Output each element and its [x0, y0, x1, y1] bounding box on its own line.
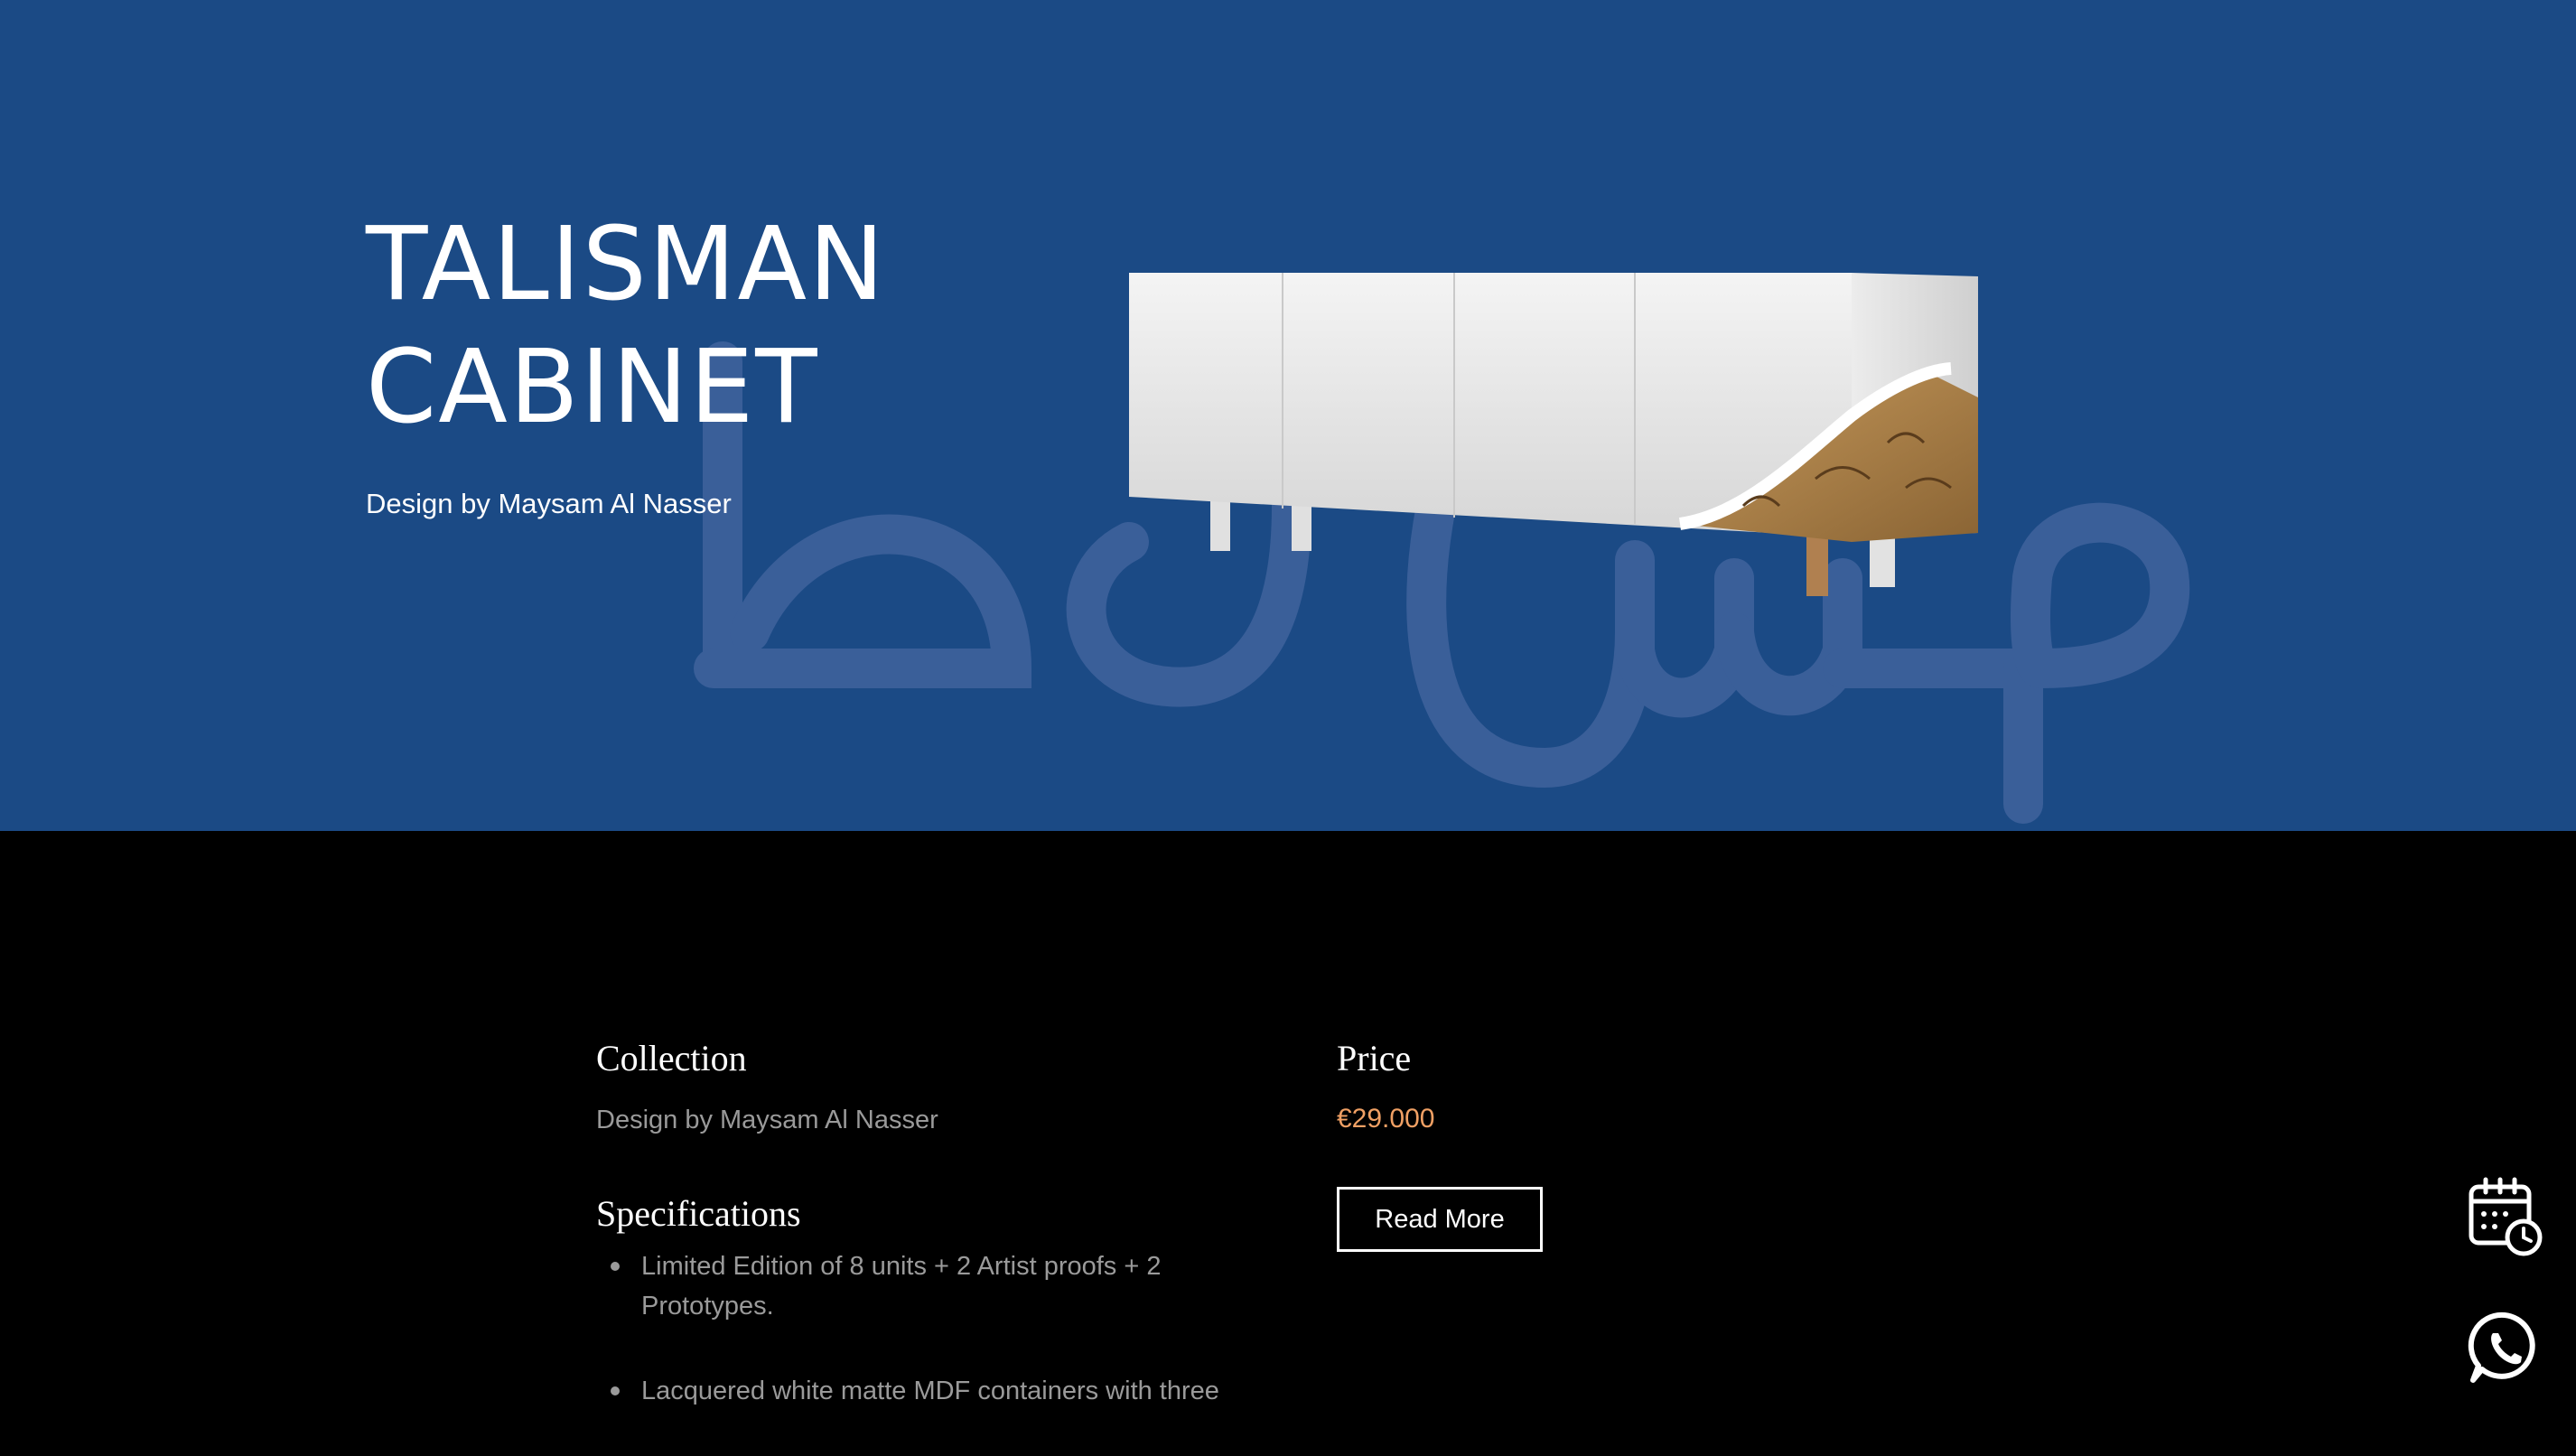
- whatsapp-button[interactable]: [2464, 1306, 2545, 1387]
- product-title-line-2: CABINET: [366, 329, 819, 446]
- collection-text: Design by Maysam Al Nasser: [596, 1106, 938, 1134]
- cabinet-image: [1129, 273, 1978, 596]
- whatsapp-icon: [2468, 1311, 2535, 1383]
- list-item: Lacquered white matte MDF containers wit…: [596, 1371, 1228, 1411]
- price-heading: Price: [1337, 1038, 1412, 1078]
- specifications-heading: Specifications: [596, 1193, 801, 1234]
- specification-text: Limited Edition of 8 units + 2 Artist pr…: [641, 1252, 1162, 1321]
- product-title-line-1: TALISMAN: [366, 206, 886, 323]
- book-appointment-button[interactable]: [2464, 1176, 2545, 1257]
- hero-banner: TALISMAN CABINET Design by Maysam Al Nas…: [0, 0, 2576, 831]
- product-details: Collection Design by Maysam Al Nasser Pr…: [0, 831, 2576, 1414]
- product-title: TALISMAN CABINET: [366, 203, 886, 449]
- collection-heading: Collection: [596, 1038, 747, 1078]
- price-value: €29.000: [1337, 1104, 1435, 1134]
- read-more-button[interactable]: Read More: [1337, 1187, 1543, 1252]
- specification-text: Lacquered white matte MDF containers wit…: [641, 1377, 1219, 1405]
- bullet-icon: [611, 1386, 620, 1395]
- calendar-clock-icon: [2469, 1177, 2543, 1256]
- list-item: Limited Edition of 8 units + 2 Artist pr…: [596, 1246, 1228, 1326]
- specifications-list: Limited Edition of 8 units + 2 Artist pr…: [596, 1246, 1228, 1456]
- designer-credit: Design by Maysam Al Nasser: [366, 488, 732, 519]
- bullet-icon: [611, 1262, 620, 1271]
